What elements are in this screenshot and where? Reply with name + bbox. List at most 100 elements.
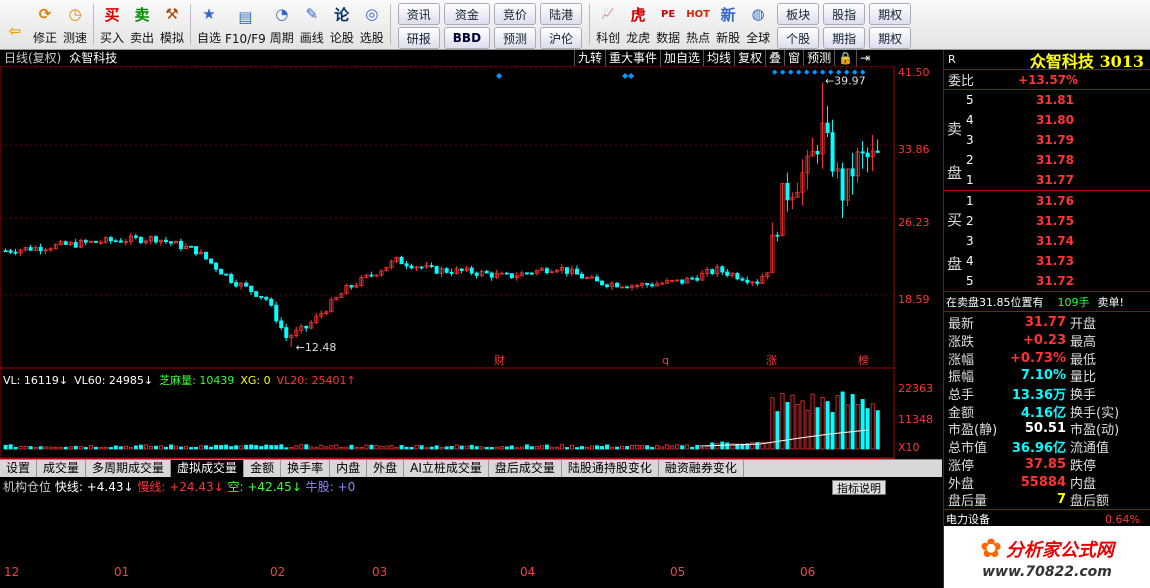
candle-body [740, 278, 745, 281]
f10-button[interactable]: ▤ F10/F9 [224, 0, 267, 49]
volume-bar [700, 447, 705, 450]
candle-body [168, 241, 173, 244]
event-diamond-icon[interactable]: ◆ [772, 68, 778, 76]
indicator-tab[interactable]: 内盘 [330, 460, 368, 477]
event-diamond-icon[interactable]: ◆ [860, 68, 866, 76]
indicator-tab[interactable]: 外盘 [367, 460, 405, 477]
chart-control-6[interactable]: 窗 [784, 50, 803, 66]
candle-body [254, 291, 259, 297]
back-arrow-button[interactable]: ⇦ [0, 0, 30, 49]
toolbar-grid-button[interactable]: 沪伦 [540, 27, 583, 49]
volume-axis-label: 22363 [898, 382, 933, 395]
toolbar-info-grid: 资讯 资金 竞价 陆港研报 BBD 预测 沪伦 [394, 0, 586, 49]
event-marker[interactable]: 财 [494, 353, 505, 367]
event-diamond-icon[interactable]: ◆ [628, 71, 635, 80]
lock-icon[interactable]: 🔒 [834, 50, 856, 66]
period-button[interactable]: ◔ 周期 [267, 0, 297, 49]
candle-body [875, 150, 880, 153]
event-diamond-icon[interactable]: ◆ [844, 68, 850, 76]
event-marker[interactable]: 涨 [766, 354, 777, 367]
toolbar-market-button[interactable]: 期权 [869, 27, 912, 49]
hammer-button[interactable]: ⚒ 模拟 [157, 0, 187, 49]
chart-control-2[interactable]: 加自选 [660, 50, 703, 66]
event-marker[interactable]: 榜 [858, 353, 869, 367]
toolbar-grid-button[interactable]: 陆港 [540, 3, 583, 25]
indicator-tab[interactable]: 设置 [0, 460, 38, 477]
quote-stock-name[interactable]: 众智科技 3013 [1030, 48, 1144, 72]
clock-button[interactable]: ◷ 测速 [60, 0, 90, 49]
chart-line-button[interactable]: 📈 科创 [593, 0, 623, 49]
toolbar-grid-button[interactable]: 资讯 [397, 3, 440, 25]
event-marker[interactable]: q [662, 354, 669, 367]
indicator-tab[interactable]: 换手率 [281, 460, 331, 477]
volume-bar [850, 394, 855, 450]
chart-control-4[interactable]: 复权 [734, 50, 765, 66]
event-diamond-icon[interactable]: ◆ [796, 68, 802, 76]
chart-period-title[interactable]: 日线(复权) [4, 51, 61, 65]
volume-bar [825, 401, 830, 450]
expand-panel-icon[interactable]: ⇥ [856, 50, 873, 66]
globe-button[interactable]: ◍ 全球 [743, 0, 773, 49]
candle-body [645, 283, 650, 286]
chart-control-0[interactable]: 九转 [574, 50, 605, 66]
new-stock-button[interactable]: 新新股 [713, 0, 743, 49]
indicator-tab[interactable]: AI立桩成交量 [404, 460, 489, 477]
indicator-tab[interactable]: 成交量 [37, 460, 87, 477]
sell-button[interactable]: 卖卖出 [127, 0, 157, 49]
toolbar-label: 测速 [62, 31, 87, 45]
event-diamond-icon[interactable]: ◆ [788, 68, 794, 76]
event-diamond-icon[interactable]: ◆ [780, 68, 786, 76]
indicator-tab[interactable]: 陆股通持股变化 [562, 460, 659, 477]
event-diamond-icon[interactable]: ◆ [812, 68, 818, 76]
volume-bar [529, 446, 534, 450]
toolbar-grid-button[interactable]: 研报 [397, 27, 440, 49]
candle-body [825, 122, 830, 134]
indicator-tab[interactable]: 盘后成交量 [489, 460, 562, 477]
hot-button[interactable]: HOT 热点 [683, 0, 713, 49]
buy-level-price: 31.74 [1036, 234, 1074, 248]
toolbar-market-button[interactable]: 股指 [823, 3, 866, 25]
event-diamond-icon[interactable]: ◆ [496, 71, 503, 80]
toolbar-grid-button[interactable]: 预测 [494, 27, 537, 49]
chart-control-3[interactable]: 均线 [703, 50, 734, 66]
quote-stats: 最新 31.77 开盘 涨跌 +0.23 最高 涨幅 +0.73% 最低 振幅 7.10% 量比 总手 1… [944, 312, 1150, 509]
refresh-button[interactable]: ⟳ 修正 [30, 0, 60, 49]
indicator-tab[interactable]: 金额 [244, 460, 282, 477]
indicator-tab[interactable]: 虚拟成交量 [171, 460, 245, 477]
tiger-button[interactable]: 虎龙虎 [623, 0, 653, 49]
toolbar-grid-button[interactable]: 资金 [443, 3, 491, 25]
toolbar-grid-button[interactable]: 竞价 [494, 3, 537, 25]
indicator-tab[interactable]: 多周期成交量 [86, 460, 172, 477]
candle-body [504, 272, 509, 275]
pencil-button[interactable]: ✎ 画线 [297, 0, 327, 49]
indicator-tab[interactable]: 融资融券变化 [659, 460, 744, 477]
buy-order-book: 买盘 1 31.76 2 31.75 3 31.74 4 31.73 5 31.72 [944, 191, 1150, 292]
buy-icon: 买 [104, 5, 120, 24]
toolbar-grid-button[interactable]: BBD [443, 27, 491, 49]
pe-button[interactable]: PE 数据 [653, 0, 683, 49]
volume-bar [820, 397, 825, 450]
chart-control-1[interactable]: 重大事件 [605, 50, 660, 66]
toolbar-market-button[interactable]: 板块 [777, 3, 820, 25]
ad-banner[interactable]: ✿ 分析家公式网 www.70822.com [944, 526, 1150, 588]
ad-url: www.70822.com [982, 564, 1112, 580]
star-button[interactable]: ★ 自选 [194, 0, 224, 49]
chart-control-5[interactable]: 叠 [765, 50, 784, 66]
select-stock-button[interactable]: ◎ 选股 [357, 0, 387, 49]
toolbar-market-button[interactable]: 个股 [777, 27, 820, 49]
event-diamond-icon[interactable]: ◆ [828, 68, 834, 76]
indicator-help-button[interactable]: 指标说明 [832, 480, 886, 495]
toolbar-market-button[interactable]: 期权 [869, 3, 912, 25]
toolbar-market-button[interactable]: 期指 [823, 27, 866, 49]
event-diamond-icon[interactable]: ◆ [820, 68, 826, 76]
chart-canvas[interactable]: 41.5033.8626.2318.59←39.97←12.48财 q 涨榜◆ ◆ ◆ ◆… [0, 66, 942, 459]
event-diamond-icon[interactable]: ◆ [804, 68, 810, 76]
buy-button[interactable]: 买买入 [97, 0, 127, 49]
chart-control-7[interactable]: 预测 [803, 50, 834, 66]
candle-body [650, 284, 655, 287]
event-diamond-icon[interactable]: ◆ [852, 68, 858, 76]
volume-bar [469, 444, 474, 450]
discuss-button[interactable]: 论论股 [327, 0, 357, 49]
event-diamond-icon[interactable]: ◆ [836, 68, 842, 76]
candle-body [860, 151, 865, 154]
